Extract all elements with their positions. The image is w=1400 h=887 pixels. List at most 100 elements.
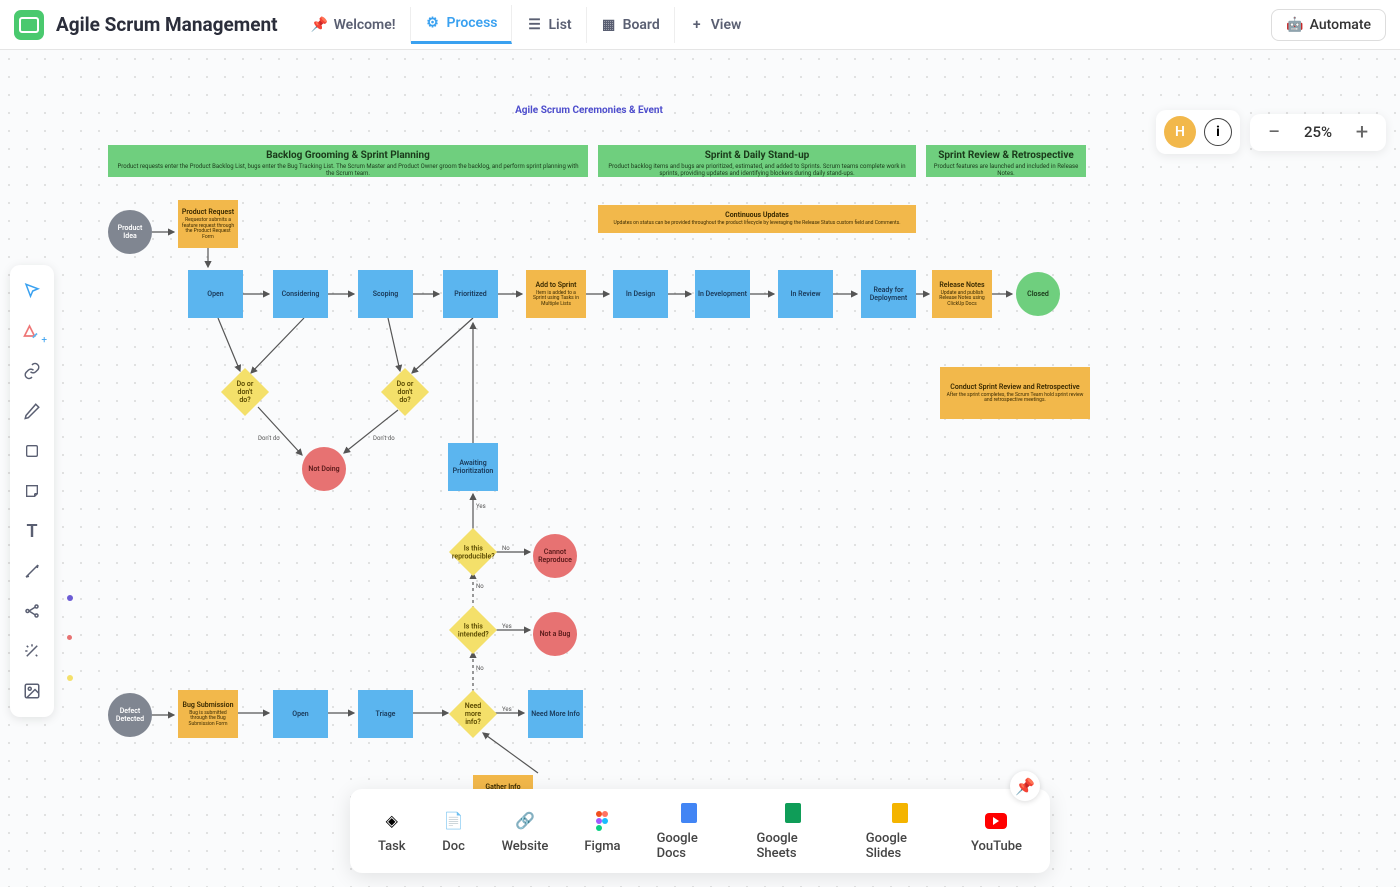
gdocs-icon [677,801,701,825]
node-inDesign[interactable]: In Design [613,270,668,318]
swimlane-header[interactable]: Sprint & Daily Stand-upProduct backlog i… [598,145,916,177]
insert-label: YouTube [971,839,1022,854]
node-notBug[interactable]: Not a Bug [533,612,577,656]
node-bugOpen[interactable]: Open [273,690,328,738]
node-scoping[interactable]: Scoping [358,270,413,318]
pen-color-dot [67,595,73,601]
text-tool[interactable]: T [14,513,50,549]
insert-gsheets[interactable]: Google Sheets [757,801,830,861]
node-sprintReview[interactable]: Conduct Sprint Review and RetrospectiveA… [940,367,1090,419]
list-icon: ☰ [526,17,542,33]
insert-doc[interactable]: 📄 Doc [442,809,466,854]
tab-label: Welcome! [334,17,396,33]
label-yes: Yes [502,706,512,713]
doc-icon: 📄 [442,809,466,833]
whiteboard-canvas[interactable]: + T H i − 25% + Agile Scrum Ceremonies &… [0,50,1400,887]
node-open[interactable]: Open [188,270,243,318]
insert-label: Google Docs [657,831,721,861]
gsheets-icon [781,801,805,825]
tab-process[interactable]: ⚙ Process [411,5,513,44]
gslides-icon [888,801,912,825]
node-prioritized[interactable]: Prioritized [443,270,498,318]
node-inDev[interactable]: In Development [695,270,750,318]
insert-label: Figma [584,839,620,854]
insert-label: Doc [442,839,465,854]
connector-tool[interactable] [14,553,50,589]
pin-icon[interactable]: 📌 [1010,771,1040,801]
bottom-insert-bar: 📌 ◈Task 📄Doc 🔗Website Figma Google Docs … [350,789,1050,873]
node-notDoing[interactable]: Not Doing [302,447,346,491]
page-title: Agile Scrum Management [56,13,278,36]
node-intended[interactable]: Is this intended? [449,606,497,654]
insert-label: Google Slides [866,831,935,861]
sticky-tool[interactable] [14,473,50,509]
node-awaiting[interactable]: Awaiting Prioritization [448,443,498,491]
board-icon: ▦ [601,17,617,33]
link-tool[interactable] [14,353,50,389]
label-dontdo: Don't do [258,435,280,442]
pin-icon: 📌 [312,17,328,33]
node-needMore[interactable]: Need more info? [449,690,497,738]
sticky-color-dot [67,675,73,681]
diagram-title: Agile Scrum Ceremonies & Event [78,105,1100,125]
node-inReview[interactable]: In Review [778,270,833,318]
node-cannotRepro[interactable]: Cannot Reproduce [533,534,577,578]
tab-label: Process [447,15,498,31]
node-releaseNotes[interactable]: Release NotesUpdate and publish Release … [932,270,992,318]
tab-label: View [711,17,742,33]
process-icon: ⚙ [425,15,441,31]
robot-icon: 🤖 [1286,17,1303,33]
link-icon: 🔗 [513,809,537,833]
pen-tool[interactable] [14,393,50,429]
insert-website[interactable]: 🔗 Website [502,809,549,854]
node-productRequest[interactable]: Product RequestRequestor submits a featu… [178,200,238,248]
insert-label: Website [502,839,549,854]
shape-tool[interactable]: + [14,313,50,349]
node-defect[interactable]: Defect Detected [108,693,152,737]
tab-list[interactable]: ☰List [512,7,586,43]
node-triage[interactable]: Triage [358,690,413,738]
label-yes: Yes [502,623,512,630]
youtube-icon [984,809,1008,833]
app-logo-icon [14,10,44,40]
node-addSprint[interactable]: Add to SprintItem is added to a Sprint u… [526,270,586,318]
rect-tool[interactable] [14,433,50,469]
left-toolbar: + T [10,265,54,717]
note-continuous-updates[interactable]: Continuous UpdatesUpdates on status can … [598,205,916,233]
node-productIdea[interactable]: Product Idea [108,210,152,254]
tab-board[interactable]: ▦ Board [587,7,675,43]
plus-icon: + [689,17,705,33]
automate-button[interactable]: 🤖Automate [1271,9,1386,41]
label-dontdo: Don't do [373,435,395,442]
insert-figma[interactable]: Figma [584,809,620,854]
figma-icon [590,809,614,833]
node-decide2[interactable]: Do or don't do? [381,368,429,416]
task-icon: ◈ [380,809,404,833]
topbar: Agile Scrum Management 📌 Welcome! ⚙ Proces… [0,0,1400,50]
swimlane-header[interactable]: Backlog Grooming & Sprint PlanningProduc… [108,145,588,177]
node-closed[interactable]: Closed [1016,272,1060,316]
node-bugSub[interactable]: Bug SubmissionBug is submitted through t… [178,690,238,738]
node-needMoreInfo[interactable]: Need More Info [528,690,583,738]
tab-label: Board [623,17,660,33]
insert-label: Google Sheets [757,831,830,861]
label-no: No [476,665,484,672]
swimlane-header[interactable]: Sprint Review & RetrospectiveProduct fea… [926,145,1086,177]
pointer-tool[interactable] [14,273,50,309]
tab-welcome[interactable]: 📌 Welcome! [298,7,411,43]
insert-label: Task [378,839,406,854]
rect-color-dot [67,635,72,640]
node-readyDeploy[interactable]: Ready for Deployment [861,270,916,318]
node-reproduc[interactable]: Is this reproducible? [449,528,497,576]
insert-task[interactable]: ◈ Task [378,809,406,854]
node-considering[interactable]: Considering [273,270,328,318]
label-yes: Yes [476,503,486,510]
insert-youtube[interactable]: YouTube [971,809,1022,854]
insert-gdocs[interactable]: Google Docs [657,801,721,861]
magic-tool[interactable] [14,633,50,669]
insert-gslides[interactable]: Google Slides [866,801,935,861]
node-decide1[interactable]: Do or don't do? [221,368,269,416]
image-tool[interactable] [14,673,50,709]
tab-add-view[interactable]: + View [675,7,756,43]
mindmap-tool[interactable] [14,593,50,629]
